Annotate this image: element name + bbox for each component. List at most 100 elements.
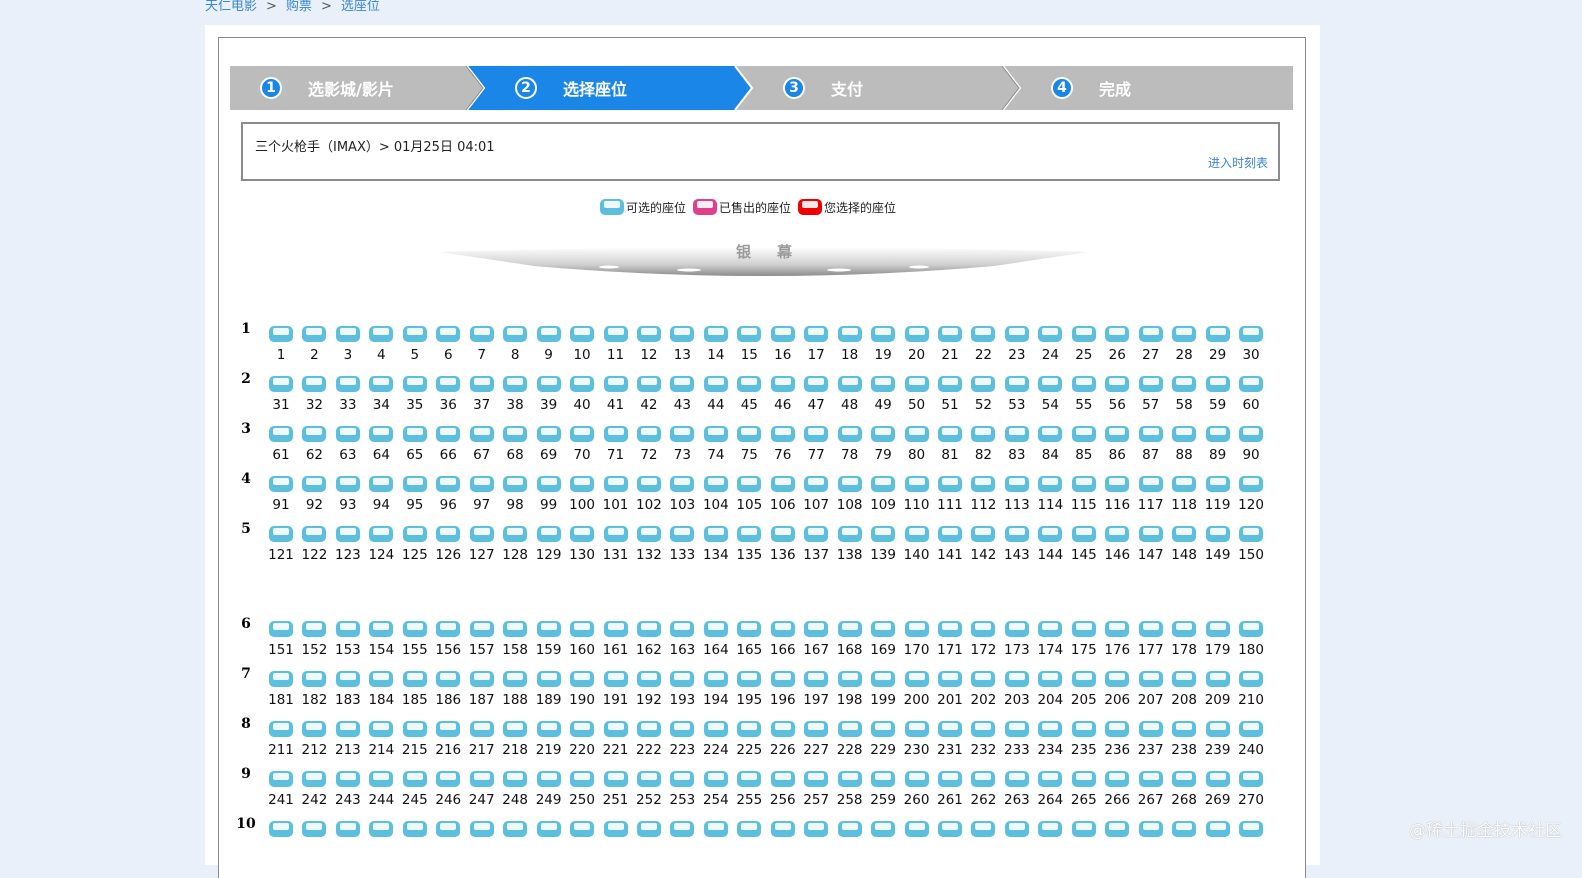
seat[interactable]: 124 — [367, 525, 395, 565]
seat[interactable] — [334, 820, 362, 860]
seat[interactable]: 10 — [568, 325, 596, 365]
seat[interactable]: 70 — [568, 425, 596, 465]
seat[interactable]: 106 — [769, 475, 797, 515]
seat[interactable]: 249 — [535, 770, 563, 810]
seat[interactable]: 13 — [668, 325, 696, 365]
seat[interactable]: 18 — [836, 325, 864, 365]
seat[interactable]: 56 — [1103, 375, 1131, 415]
seat[interactable]: 234 — [1036, 720, 1064, 760]
seat[interactable]: 5 — [401, 325, 429, 365]
seat[interactable]: 46 — [769, 375, 797, 415]
seat[interactable]: 215 — [401, 720, 429, 760]
seat[interactable]: 132 — [635, 525, 663, 565]
seat[interactable]: 24 — [1036, 325, 1064, 365]
seat[interactable]: 203 — [1003, 670, 1031, 710]
seat[interactable]: 188 — [501, 670, 529, 710]
seat[interactable]: 255 — [735, 770, 763, 810]
seat[interactable]: 229 — [869, 720, 897, 760]
seat[interactable]: 194 — [702, 670, 730, 710]
seat[interactable]: 186 — [434, 670, 462, 710]
seat[interactable]: 246 — [434, 770, 462, 810]
seat[interactable]: 222 — [635, 720, 663, 760]
seat[interactable]: 166 — [769, 620, 797, 660]
seat[interactable] — [535, 820, 563, 860]
seat[interactable]: 265 — [1070, 770, 1098, 810]
seat[interactable]: 160 — [568, 620, 596, 660]
seat[interactable]: 213 — [334, 720, 362, 760]
seat[interactable]: 27 — [1137, 325, 1165, 365]
seat[interactable]: 81 — [936, 425, 964, 465]
seat[interactable]: 171 — [936, 620, 964, 660]
seat[interactable]: 42 — [635, 375, 663, 415]
seat[interactable]: 139 — [869, 525, 897, 565]
seat[interactable]: 105 — [735, 475, 763, 515]
breadcrumb-home-link[interactable]: 天仁电影 — [205, 0, 257, 14]
seat[interactable]: 110 — [903, 475, 931, 515]
seat[interactable]: 264 — [1036, 770, 1064, 810]
seat[interactable]: 44 — [702, 375, 730, 415]
step-pay[interactable]: 3 支付 — [783, 66, 863, 110]
seat[interactable]: 126 — [434, 525, 462, 565]
seat[interactable]: 97 — [468, 475, 496, 515]
seat[interactable]: 230 — [903, 720, 931, 760]
seat[interactable]: 178 — [1170, 620, 1198, 660]
seat[interactable] — [434, 820, 462, 860]
seat[interactable]: 227 — [802, 720, 830, 760]
seat[interactable]: 219 — [535, 720, 563, 760]
seat[interactable]: 182 — [300, 670, 328, 710]
seat[interactable]: 161 — [602, 620, 630, 660]
seat[interactable]: 156 — [434, 620, 462, 660]
seat[interactable]: 95 — [401, 475, 429, 515]
seat[interactable]: 238 — [1170, 720, 1198, 760]
seat[interactable] — [869, 820, 897, 860]
seat[interactable]: 181 — [267, 670, 295, 710]
seat[interactable] — [668, 820, 696, 860]
seat[interactable]: 128 — [501, 525, 529, 565]
seat[interactable] — [1103, 820, 1131, 860]
seat[interactable]: 212 — [300, 720, 328, 760]
seat[interactable]: 48 — [836, 375, 864, 415]
seat[interactable]: 43 — [668, 375, 696, 415]
seat[interactable] — [735, 820, 763, 860]
seat[interactable]: 228 — [836, 720, 864, 760]
seat[interactable]: 241 — [267, 770, 295, 810]
seat[interactable]: 60 — [1237, 375, 1265, 415]
seat[interactable]: 143 — [1003, 525, 1031, 565]
seat[interactable]: 209 — [1204, 670, 1232, 710]
seat[interactable]: 148 — [1170, 525, 1198, 565]
seat[interactable]: 39 — [535, 375, 563, 415]
seat[interactable]: 62 — [300, 425, 328, 465]
seat[interactable]: 144 — [1036, 525, 1064, 565]
seat[interactable]: 58 — [1170, 375, 1198, 415]
seat[interactable]: 270 — [1237, 770, 1265, 810]
seat[interactable]: 269 — [1204, 770, 1232, 810]
seat[interactable]: 218 — [501, 720, 529, 760]
seat[interactable]: 133 — [668, 525, 696, 565]
seat[interactable]: 35 — [401, 375, 429, 415]
seat[interactable]: 149 — [1204, 525, 1232, 565]
seat[interactable]: 103 — [668, 475, 696, 515]
seat[interactable] — [568, 820, 596, 860]
seat[interactable]: 101 — [602, 475, 630, 515]
seat[interactable]: 205 — [1070, 670, 1098, 710]
seat[interactable]: 123 — [334, 525, 362, 565]
seat[interactable]: 102 — [635, 475, 663, 515]
seat[interactable]: 65 — [401, 425, 429, 465]
seat[interactable] — [936, 820, 964, 860]
seat[interactable]: 140 — [903, 525, 931, 565]
seat[interactable]: 267 — [1137, 770, 1165, 810]
seat[interactable] — [1137, 820, 1165, 860]
seat[interactable] — [1170, 820, 1198, 860]
seat[interactable]: 233 — [1003, 720, 1031, 760]
seat[interactable]: 15 — [735, 325, 763, 365]
seat[interactable]: 23 — [1003, 325, 1031, 365]
seat[interactable]: 211 — [267, 720, 295, 760]
seat[interactable]: 247 — [468, 770, 496, 810]
seat[interactable]: 197 — [802, 670, 830, 710]
seat[interactable]: 89 — [1204, 425, 1232, 465]
seat[interactable] — [468, 820, 496, 860]
seat[interactable]: 111 — [936, 475, 964, 515]
seat[interactable] — [802, 820, 830, 860]
seat[interactable]: 266 — [1103, 770, 1131, 810]
seat[interactable]: 261 — [936, 770, 964, 810]
